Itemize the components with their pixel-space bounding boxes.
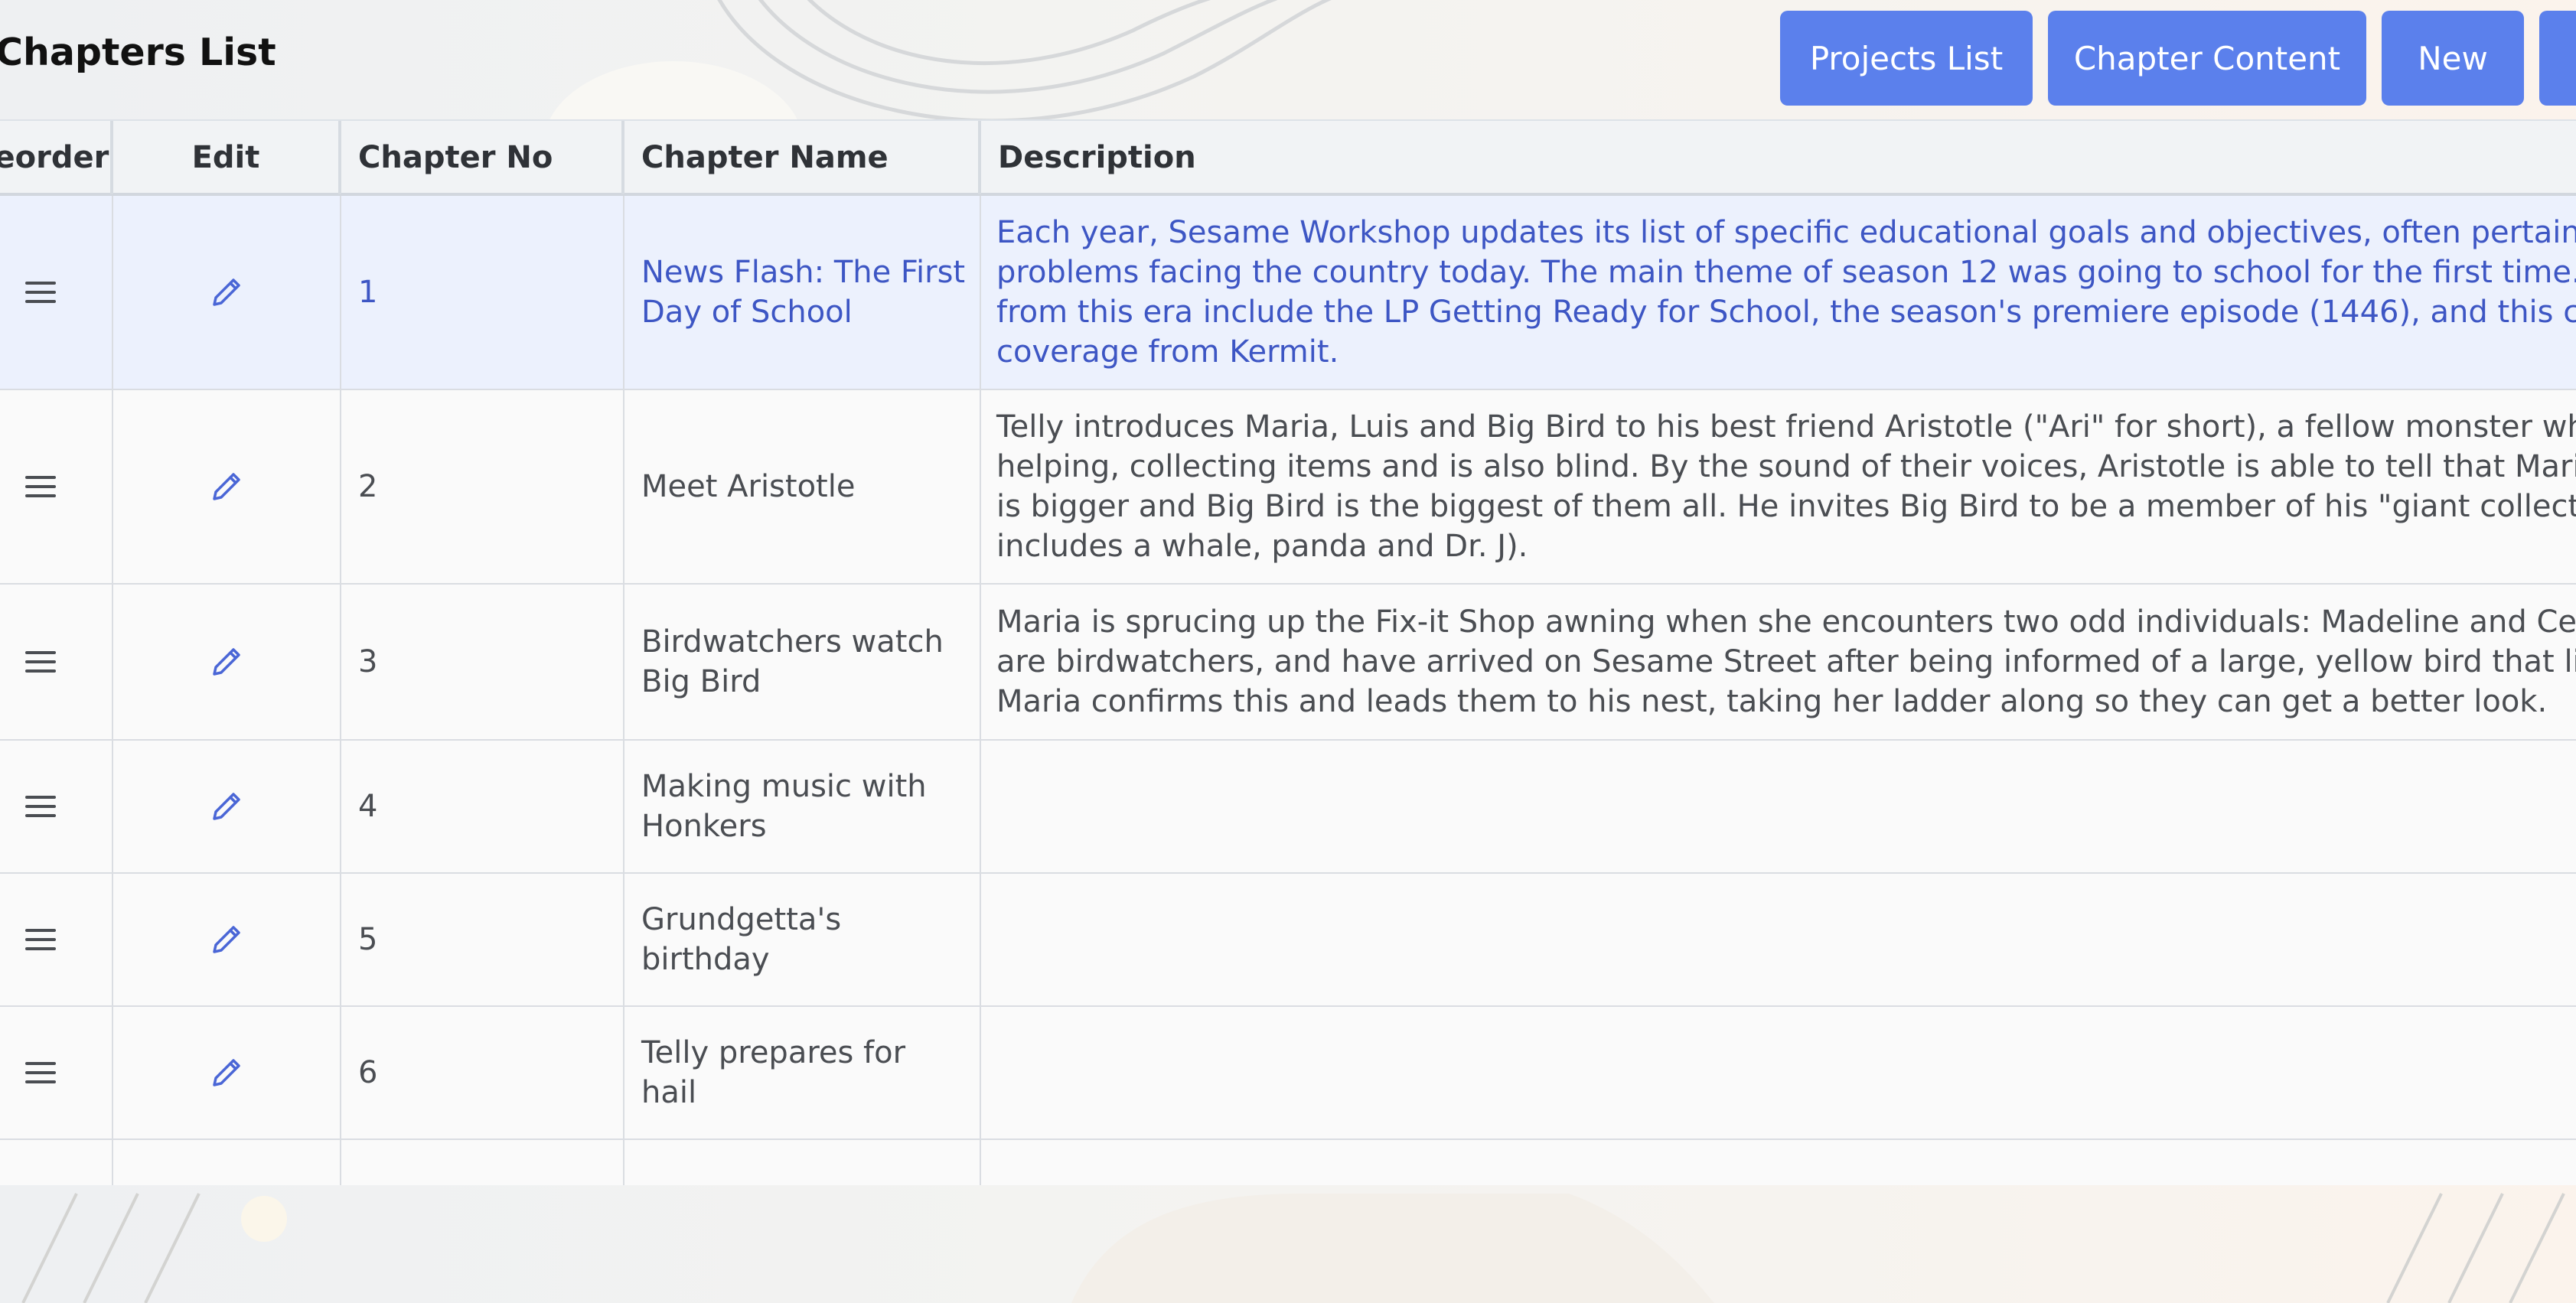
column-header-chapter-no[interactable]: Chapter No bbox=[341, 121, 624, 194]
drag-handle-icon[interactable] bbox=[14, 265, 67, 319]
description-cell: Each year, Sesame Workshop updates its l… bbox=[981, 196, 2576, 389]
table-row[interactable]: 4 Making music with Honkers bbox=[0, 741, 2576, 874]
description-cell bbox=[981, 1007, 2576, 1138]
projects-list-button[interactable]: Projects List bbox=[1780, 11, 2033, 106]
reorder-cell bbox=[0, 741, 113, 872]
edit-cell bbox=[113, 741, 341, 872]
chapter-no: 3 bbox=[358, 644, 378, 679]
chapter-name-cell: Birdwatchers watch Big Bird bbox=[624, 585, 981, 739]
description-line: problems facing the country today. The m… bbox=[996, 255, 2576, 290]
chapter-name-cell: Meet Aristotle bbox=[624, 390, 981, 583]
description-line: is bigger and Big Bird is the biggest of… bbox=[996, 489, 2576, 524]
reorder-cell bbox=[0, 390, 113, 583]
table-row[interactable]: Mumford produces bbox=[0, 1140, 2576, 1185]
description-line: Each year, Sesame Workshop updates its l… bbox=[996, 215, 2576, 250]
column-header-edit[interactable]: Edit bbox=[113, 121, 341, 194]
chapters-table: Reorder Edit Chapter No Chapter Name Des… bbox=[0, 119, 2576, 1185]
chapter-no-cell: 1 bbox=[341, 196, 624, 389]
description-line: Telly introduces Maria, Luis and Big Bir… bbox=[996, 409, 2576, 445]
page-title: Chapters List bbox=[0, 31, 276, 74]
chapter-name: News Flash: The First Day of School bbox=[641, 255, 966, 330]
pencil-icon[interactable] bbox=[200, 913, 253, 966]
description-text: Telly introduces Maria, Luis and Big Bir… bbox=[996, 407, 2576, 566]
table-row[interactable]: 3 Birdwatchers watch Big Bird Maria is spr… bbox=[0, 585, 2576, 741]
column-header-reorder[interactable]: Reorder bbox=[0, 121, 113, 194]
description-cell bbox=[981, 1140, 2576, 1185]
reorder-cell bbox=[0, 874, 113, 1005]
chapter-no-cell: 2 bbox=[341, 390, 624, 583]
column-header-chapter-name[interactable]: Chapter Name bbox=[624, 121, 981, 194]
description-line: includes a whale, panda and Dr. J). bbox=[996, 529, 1528, 564]
chapter-no-cell: 4 bbox=[341, 741, 624, 872]
reorder-cell bbox=[0, 196, 113, 389]
new-button[interactable]: New bbox=[2382, 11, 2524, 106]
drag-handle-icon[interactable] bbox=[14, 460, 67, 513]
pencil-icon[interactable] bbox=[200, 780, 253, 833]
edit-cell bbox=[113, 1007, 341, 1138]
chapter-name: Making music with Honkers bbox=[641, 769, 927, 844]
chapter-no-cell bbox=[341, 1140, 624, 1185]
chapter-no: 5 bbox=[358, 922, 378, 957]
description-text: Each year, Sesame Workshop updates its l… bbox=[996, 213, 2576, 372]
description-cell bbox=[981, 874, 2576, 1005]
more-button[interactable] bbox=[2539, 11, 2576, 106]
description-text: Maria is sprucing up the Fix-it Shop awn… bbox=[996, 602, 2576, 722]
chapter-no: 2 bbox=[358, 469, 378, 504]
chapter-name-cell: Making music with Honkers bbox=[624, 741, 981, 872]
pencil-icon[interactable] bbox=[200, 1046, 253, 1099]
chapter-name: Meet Aristotle bbox=[641, 469, 856, 504]
table-row[interactable]: 5 Grundgetta's birthday bbox=[0, 874, 2576, 1007]
chapter-no: 1 bbox=[358, 275, 378, 310]
column-header-description[interactable]: Description bbox=[981, 121, 2576, 194]
chapter-no: 4 bbox=[358, 789, 378, 824]
description-line: Maria is sprucing up the Fix-it Shop awn… bbox=[996, 604, 2576, 640]
table-header: Reorder Edit Chapter No Chapter Name Des… bbox=[0, 119, 2576, 196]
reorder-cell bbox=[0, 585, 113, 739]
chapter-no-cell: 5 bbox=[341, 874, 624, 1005]
drag-handle-icon[interactable] bbox=[14, 913, 67, 966]
description-cell: Telly introduces Maria, Luis and Big Bir… bbox=[981, 390, 2576, 583]
chapter-name: Grundgetta's birthday bbox=[641, 902, 842, 977]
drag-handle-icon[interactable] bbox=[14, 1046, 67, 1099]
description-line: helping, collecting items and is also bl… bbox=[996, 449, 2576, 484]
reorder-cell bbox=[0, 1007, 113, 1138]
edit-cell bbox=[113, 874, 341, 1005]
drag-handle-icon[interactable] bbox=[14, 635, 67, 689]
table-row[interactable]: 6 Telly prepares for hail bbox=[0, 1007, 2576, 1140]
table-row[interactable]: 1 News Flash: The First Day of School Each… bbox=[0, 196, 2576, 390]
chapter-name-cell: Grundgetta's birthday bbox=[624, 874, 981, 1005]
description-line: are birdwatchers, and have arrived on Se… bbox=[996, 644, 2576, 679]
description-cell: Maria is sprucing up the Fix-it Shop awn… bbox=[981, 585, 2576, 739]
chapter-no-cell: 6 bbox=[341, 1007, 624, 1138]
edit-cell bbox=[113, 585, 341, 739]
chapter-no-cell: 3 bbox=[341, 585, 624, 739]
pencil-icon[interactable] bbox=[200, 635, 253, 689]
edit-cell bbox=[113, 390, 341, 583]
description-line: coverage from Kermit. bbox=[996, 334, 1339, 370]
chapter-name: Birdwatchers watch Big Bird bbox=[641, 624, 944, 699]
chapter-name-cell: Mumford produces bbox=[624, 1140, 981, 1185]
edit-cell bbox=[113, 196, 341, 389]
edit-cell bbox=[113, 1140, 341, 1185]
table-row[interactable]: 2 Meet Aristotle Telly introduces Maria, L… bbox=[0, 390, 2576, 585]
reorder-cell bbox=[0, 1140, 113, 1185]
chapter-content-button[interactable]: Chapter Content bbox=[2048, 11, 2366, 106]
chapter-name-cell: Telly prepares for hail bbox=[624, 1007, 981, 1138]
chapter-no: 6 bbox=[358, 1055, 378, 1090]
description-line: from this era include the LP Getting Rea… bbox=[996, 295, 2576, 330]
description-line: Maria confirms this and leads them to hi… bbox=[996, 684, 2548, 719]
description-cell bbox=[981, 741, 2576, 872]
drag-handle-icon[interactable] bbox=[14, 780, 67, 833]
pencil-icon[interactable] bbox=[200, 460, 253, 513]
pencil-icon[interactable] bbox=[200, 265, 253, 319]
chapter-name: Telly prepares for hail bbox=[641, 1035, 906, 1110]
chapter-name-cell: News Flash: The First Day of School bbox=[624, 196, 981, 389]
